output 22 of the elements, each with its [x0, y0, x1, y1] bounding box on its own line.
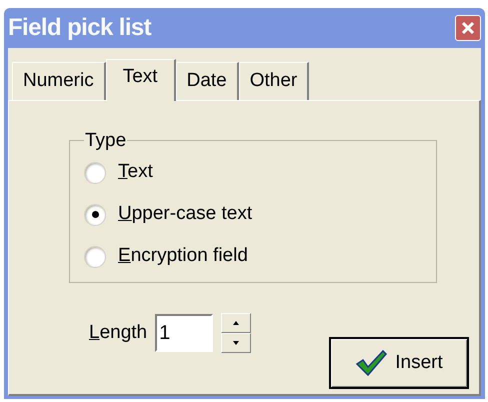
- window-title: Field pick list: [8, 13, 152, 43]
- insert-button[interactable]: Insert: [329, 337, 469, 389]
- radio-label: Upper-case text: [118, 202, 252, 226]
- up-arrow-icon: [233, 321, 240, 325]
- length-field[interactable]: 1: [155, 314, 214, 352]
- radio-label: Text: [118, 160, 153, 184]
- checkmark-icon: [355, 349, 388, 377]
- radio-button[interactable]: [84, 246, 106, 268]
- radio-label: Encryption field: [118, 244, 248, 268]
- tab[interactable]: Other: [238, 62, 310, 100]
- down-arrow-icon: [233, 341, 240, 345]
- tab[interactable]: Numeric: [12, 62, 106, 100]
- close-icon: [462, 22, 474, 34]
- tab[interactable]: Date: [176, 62, 239, 100]
- close-button[interactable]: [455, 15, 481, 41]
- radio-button[interactable]: [84, 204, 106, 226]
- spin-down-button[interactable]: [221, 333, 252, 353]
- spin-up-button[interactable]: [221, 313, 252, 333]
- radio-button[interactable]: [84, 162, 106, 184]
- group-label: Type: [84, 131, 128, 150]
- length-label: Length: [89, 320, 148, 345]
- tab[interactable]: Text: [106, 59, 176, 101]
